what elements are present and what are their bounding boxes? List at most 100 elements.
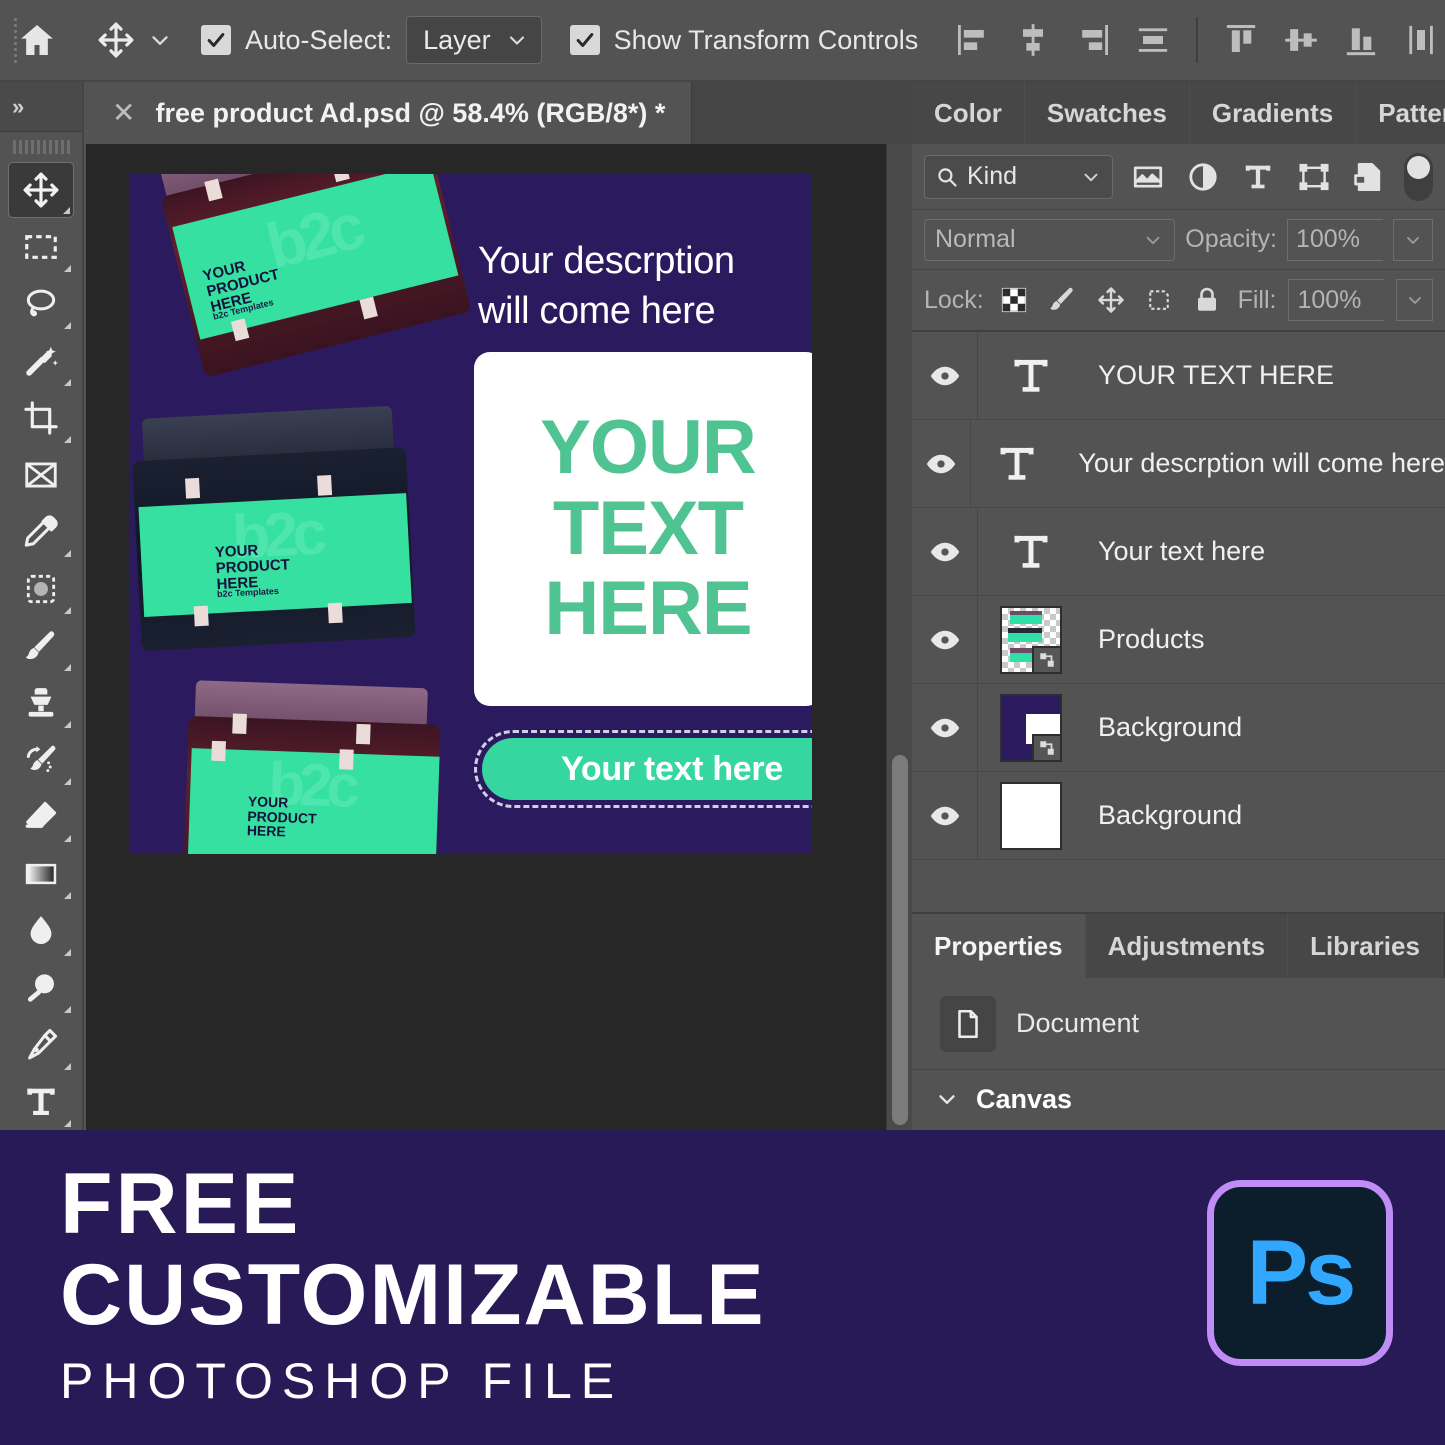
canvas-vertical-scrollbar[interactable] — [886, 144, 912, 1130]
tab-gradients[interactable]: Gradients — [1190, 82, 1356, 144]
lock-transparent-pixels-icon[interactable] — [996, 280, 1032, 320]
tab-adjustments[interactable]: Adjustments — [1086, 914, 1288, 978]
document-tab[interactable]: ✕ free product Ad.psd @ 58.4% (RGB/8*) * — [86, 82, 692, 144]
fill-stepper-chevron-down-icon[interactable] — [1396, 279, 1433, 321]
layer-row[interactable]: Your text here — [912, 508, 1445, 596]
align-bottom-edges-icon[interactable] — [1334, 13, 1388, 67]
align-left-edges-icon[interactable] — [946, 13, 1000, 67]
opacity-stepper-chevron-down-icon[interactable] — [1393, 219, 1433, 261]
layer-row[interactable]: YOUR TEXT HERE — [912, 332, 1445, 420]
horizontal-type-tool[interactable] — [8, 1074, 74, 1130]
filter-enable-toggle[interactable] — [1404, 153, 1433, 201]
type-layer-icon — [994, 440, 1040, 488]
move-tool-icon[interactable] — [85, 9, 147, 71]
brush-tool[interactable] — [8, 618, 74, 674]
filter-adjustment-layers-icon[interactable] — [1182, 156, 1223, 198]
filter-pixel-layers-icon[interactable] — [1127, 156, 1168, 198]
align-right-edges-icon[interactable] — [1066, 13, 1120, 67]
tool-preset-chevron-down-icon[interactable] — [147, 27, 173, 53]
layers-list: YOUR TEXT HERE Your descrption will come… — [912, 332, 1445, 914]
crop-tool[interactable] — [8, 390, 74, 446]
artboard[interactable]: b2c YOURPRODUCTHERE b2c Templates b2c YO… — [130, 174, 812, 854]
properties-canvas-section[interactable]: Canvas — [912, 1070, 1445, 1128]
product-jar-middle[interactable]: b2c YOURPRODUCTHERE b2c Templates — [130, 404, 432, 661]
layer-thumbnail[interactable] — [978, 528, 1084, 576]
fill-input[interactable]: 100% — [1288, 279, 1384, 321]
artwork-description-line-1[interactable]: Your descrption — [478, 236, 735, 286]
layer-visibility-eye-icon[interactable] — [912, 596, 978, 683]
distribute-vertical-icon[interactable] — [1394, 13, 1445, 67]
object-selection-tool[interactable] — [8, 333, 74, 389]
move-tool[interactable] — [8, 162, 74, 218]
products-layer-thumbnail — [1000, 606, 1062, 674]
auto-select-scope-dropdown[interactable]: Layer — [406, 16, 542, 64]
lasso-tool[interactable] — [8, 276, 74, 332]
canvas-vertical-scrollbar-thumb[interactable] — [892, 755, 908, 1125]
layer-row[interactable]: Products — [912, 596, 1445, 684]
layer-thumbnail[interactable] — [978, 694, 1084, 762]
layer-filter-kind-dropdown[interactable]: Kind — [924, 155, 1113, 199]
artwork-description-line-2[interactable]: will come here — [478, 286, 715, 336]
layer-thumbnail[interactable] — [971, 440, 1065, 488]
clone-stamp-tool[interactable] — [8, 675, 74, 731]
chevron-down-icon — [934, 1086, 960, 1112]
layer-visibility-eye-icon[interactable] — [912, 508, 978, 595]
distribute-horizontal-icon[interactable] — [1126, 13, 1180, 67]
gradient-tool[interactable] — [8, 846, 74, 902]
layer-row[interactable]: Your descrption will come here — [912, 420, 1445, 508]
dodge-tool[interactable] — [8, 960, 74, 1016]
properties-canvas-label: Canvas — [976, 1084, 1072, 1115]
lock-all-icon[interactable] — [1189, 280, 1225, 320]
layer-visibility-eye-icon[interactable] — [912, 420, 971, 507]
home-icon[interactable] — [17, 9, 57, 71]
layer-thumbnail[interactable] — [978, 782, 1084, 850]
align-vertical-centers-icon[interactable] — [1274, 13, 1328, 67]
show-transform-controls-checkbox[interactable] — [570, 25, 600, 55]
close-icon[interactable]: ✕ — [112, 99, 135, 127]
layer-visibility-eye-icon[interactable] — [912, 332, 978, 419]
layer-row[interactable]: Background — [912, 684, 1445, 772]
rectangular-marquee-tool[interactable] — [8, 219, 74, 275]
lock-image-pixels-icon[interactable] — [1044, 280, 1080, 320]
tab-libraries[interactable]: Libraries — [1288, 914, 1443, 978]
canvas-area[interactable]: b2c YOURPRODUCTHERE b2c Templates b2c YO… — [86, 144, 912, 1130]
options-bar-grip[interactable] — [8, 17, 17, 63]
history-brush-tool[interactable] — [8, 732, 74, 788]
product-jar-top[interactable]: b2c YOURPRODUCTHERE b2c Templates — [135, 174, 484, 387]
tab-patterns[interactable]: Patterns — [1356, 82, 1445, 144]
product-jar-bottom[interactable]: b2c YOURPRODUCTHERE — [148, 679, 456, 854]
expand-toolbar-button[interactable]: » — [0, 82, 82, 132]
pen-tool[interactable] — [8, 1017, 74, 1073]
toolbar-grip[interactable] — [0, 132, 82, 162]
eraser-tool[interactable] — [8, 789, 74, 845]
blur-tool[interactable] — [8, 903, 74, 959]
lock-position-icon[interactable] — [1092, 280, 1128, 320]
document-tab-title: free product Ad.psd @ 58.4% (RGB/8*) * — [155, 98, 665, 129]
layer-visibility-eye-icon[interactable] — [912, 684, 978, 771]
tab-swatches[interactable]: Swatches — [1025, 82, 1190, 144]
blend-mode-dropdown[interactable]: Normal — [924, 219, 1175, 261]
document-icon — [940, 996, 996, 1052]
properties-document-row: Document — [912, 978, 1445, 1070]
filter-shape-layers-icon[interactable] — [1293, 156, 1334, 198]
opacity-input[interactable]: 100% — [1287, 219, 1383, 261]
align-top-edges-icon[interactable] — [1214, 13, 1268, 67]
filter-type-layers-icon[interactable] — [1238, 156, 1279, 198]
layer-visibility-eye-icon[interactable] — [912, 772, 978, 859]
auto-select-checkbox[interactable] — [201, 25, 231, 55]
promo-line-2: CUSTOMIZABLE — [60, 1247, 766, 1343]
tool-flyout-indicator — [64, 949, 71, 956]
artwork-headline-card[interactable]: YOUR TEXT HERE — [474, 352, 812, 706]
spot-healing-brush-tool[interactable] — [8, 561, 74, 617]
tab-color[interactable]: Color — [912, 82, 1025, 144]
tab-properties[interactable]: Properties — [912, 914, 1086, 978]
layer-row[interactable]: Background — [912, 772, 1445, 860]
lock-artboard-nesting-icon[interactable] — [1141, 280, 1177, 320]
layer-thumbnail[interactable] — [978, 352, 1084, 400]
layer-thumbnail[interactable] — [978, 606, 1084, 674]
filter-smart-object-layers-icon[interactable] — [1348, 156, 1389, 198]
align-horizontal-centers-icon[interactable] — [1006, 13, 1060, 67]
eyedropper-tool[interactable] — [8, 504, 74, 560]
frame-tool[interactable] — [8, 447, 74, 503]
tool-flyout-indicator — [63, 207, 70, 214]
